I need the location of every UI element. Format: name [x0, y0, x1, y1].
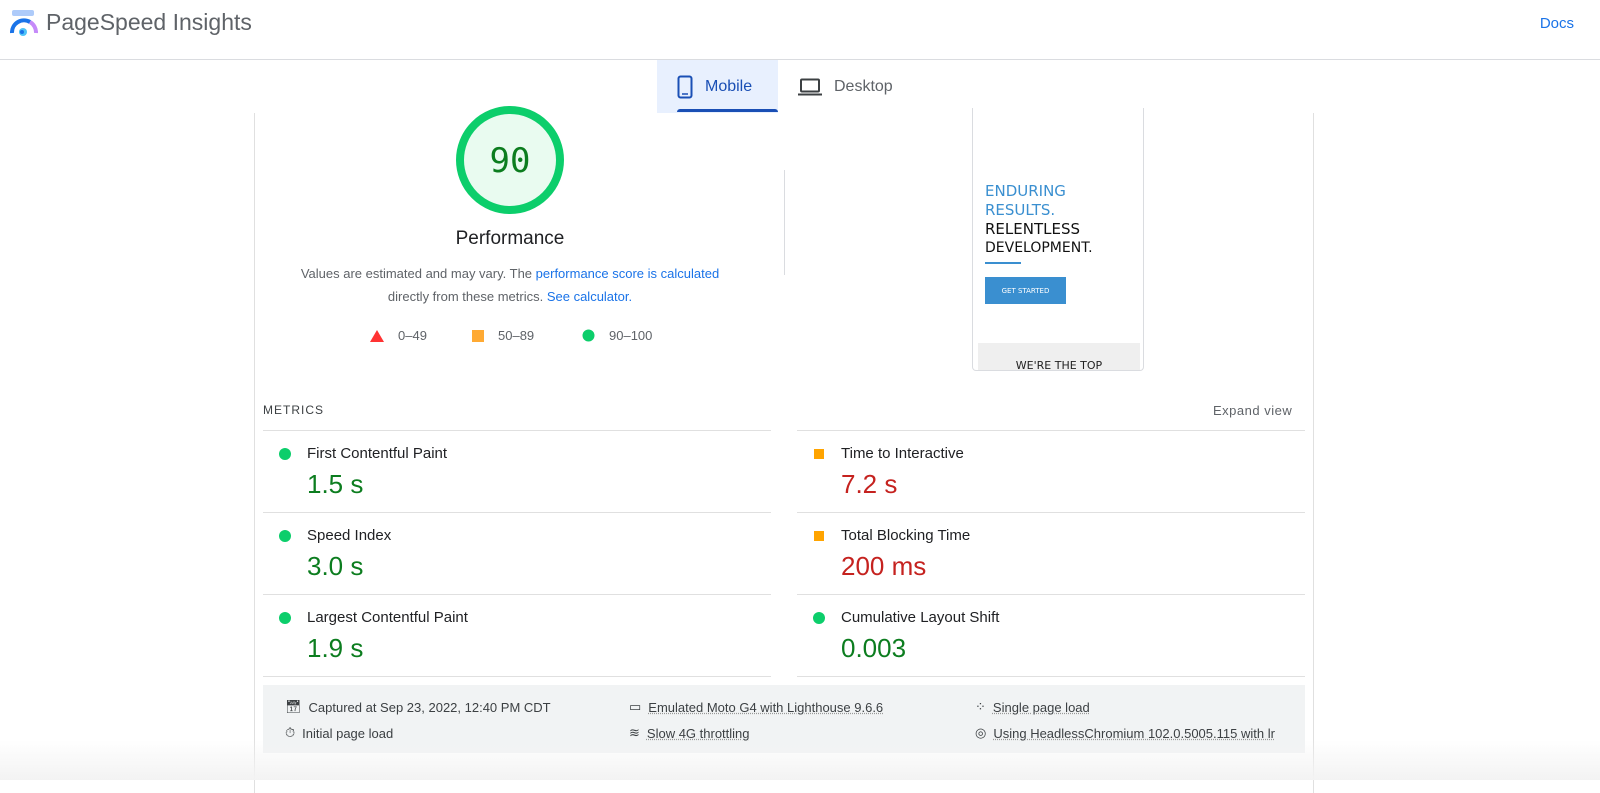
- calendar-icon: 📅︎: [285, 699, 302, 715]
- circle-icon: [279, 530, 291, 542]
- score-calculated-link[interactable]: performance score is calculated: [536, 266, 720, 281]
- hero-text: RESULTS.: [985, 201, 1093, 220]
- tab-mobile[interactable]: Mobile: [657, 60, 778, 113]
- legend-poor: 0–49: [370, 328, 427, 343]
- divider: [797, 676, 1305, 677]
- metric-value: 3.0 s: [307, 551, 363, 582]
- divider: [263, 676, 771, 677]
- docs-link[interactable]: Docs: [1540, 15, 1574, 32]
- legend-label: 50–89: [498, 328, 534, 343]
- performance-score: 90: [490, 141, 531, 181]
- info-text: Using HeadlessChromium 102.0.5005.115 wi…: [993, 726, 1275, 741]
- square-icon: [472, 330, 484, 342]
- initial-load-info: ⏱ Initial page load: [285, 725, 393, 741]
- browser-info[interactable]: ◎ Using HeadlessChromium 102.0.5005.115 w…: [975, 725, 1305, 741]
- hero-text: DEVELOPMENT.: [985, 239, 1093, 258]
- desc-text: directly from these metrics.: [388, 289, 547, 304]
- signal-icon: ≋: [629, 725, 640, 741]
- performance-score-gauge: 90: [455, 105, 565, 215]
- tab-desktop[interactable]: Desktop: [778, 60, 913, 113]
- emulation-info[interactable]: ▭ Emulated Moto G4 with Lighthouse 9.6.6: [629, 699, 883, 715]
- chrome-icon: ◎: [975, 725, 986, 741]
- hero-text: ENDURING: [985, 182, 1093, 201]
- laptop-icon: [798, 78, 822, 96]
- expand-view-button[interactable]: Expand view: [1213, 403, 1292, 418]
- square-icon: [813, 448, 825, 460]
- info-text: Captured at Sep 23, 2022, 12:40 PM CDT: [309, 700, 551, 715]
- metric-label: Cumulative Layout Shift: [841, 609, 999, 626]
- metric-value: 200 ms: [841, 551, 926, 582]
- legend-label: 0–49: [398, 328, 427, 343]
- hero-underline: [985, 262, 1021, 264]
- circle-icon: [279, 448, 291, 460]
- legend-good: 90–100: [582, 328, 652, 343]
- metric-value: 1.9 s: [307, 633, 363, 664]
- divider: [784, 170, 785, 275]
- captured-info: 📅︎ Captured at Sep 23, 2022, 12:40 PM CDT: [285, 699, 551, 715]
- legend-average: 50–89: [472, 328, 534, 343]
- page-screenshot: ENDURING RESULTS. RELENTLESS DEVELOPMENT…: [972, 108, 1144, 371]
- metric-value: 0.003: [841, 633, 906, 664]
- see-calculator-link[interactable]: See calculator.: [547, 289, 632, 304]
- devices-icon: ▭: [629, 699, 641, 715]
- metric-value: 1.5 s: [307, 469, 363, 500]
- tab-label: Desktop: [834, 78, 893, 96]
- bottom-fade: [0, 740, 1600, 780]
- info-text: Slow 4G throttling: [647, 726, 750, 741]
- metric-label: Time to Interactive: [841, 445, 964, 462]
- metric-item: First Contentful Paint 1.5 s: [263, 430, 771, 512]
- square-icon: [813, 530, 825, 542]
- nodes-icon: ⁘: [975, 699, 986, 715]
- metric-item: Total Blocking Time 200 ms: [797, 512, 1305, 594]
- metric-item: Cumulative Layout Shift 0.003: [797, 594, 1305, 676]
- timer-icon: ⏱: [285, 725, 295, 741]
- single-load-info[interactable]: ⁘ Single page load: [975, 699, 1090, 715]
- performance-description: Values are estimated and may vary. The p…: [280, 262, 740, 308]
- metric-label: Largest Contentful Paint: [307, 609, 468, 626]
- triangle-icon: [370, 330, 384, 342]
- hero-text: RELENTLESS: [985, 220, 1093, 239]
- smartphone-icon: [677, 75, 693, 99]
- metric-value: 7.2 s: [841, 469, 897, 500]
- metrics-heading: METRICS: [263, 403, 324, 417]
- metric-label: First Contentful Paint: [307, 445, 447, 462]
- pagespeed-logo-icon: [10, 9, 38, 37]
- info-text: Emulated Moto G4 with Lighthouse 9.6.6: [648, 700, 883, 715]
- metric-item: Speed Index 3.0 s: [263, 512, 771, 594]
- metric-item: Largest Contentful Paint 1.9 s: [263, 594, 771, 676]
- circle-icon: [279, 612, 291, 624]
- info-text: Initial page load: [302, 726, 393, 741]
- section-preview: WE'RE THE TOP: [978, 343, 1140, 371]
- performance-title: Performance: [380, 228, 640, 250]
- tab-label: Mobile: [705, 78, 752, 96]
- metric-label: Total Blocking Time: [841, 527, 970, 544]
- get-started-button: GET STARTED: [985, 277, 1066, 304]
- circle-icon: [582, 329, 595, 342]
- info-text: Single page load: [993, 700, 1090, 715]
- legend-label: 90–100: [609, 328, 652, 343]
- app-title: PageSpeed Insights: [46, 9, 252, 36]
- header: PageSpeed Insights Docs: [0, 0, 1600, 60]
- circle-icon: [813, 612, 825, 624]
- throttling-info[interactable]: ≋ Slow 4G throttling: [629, 725, 750, 741]
- metric-item: Time to Interactive 7.2 s: [797, 430, 1305, 512]
- desc-text: Values are estimated and may vary. The: [301, 266, 536, 281]
- metric-label: Speed Index: [307, 527, 391, 544]
